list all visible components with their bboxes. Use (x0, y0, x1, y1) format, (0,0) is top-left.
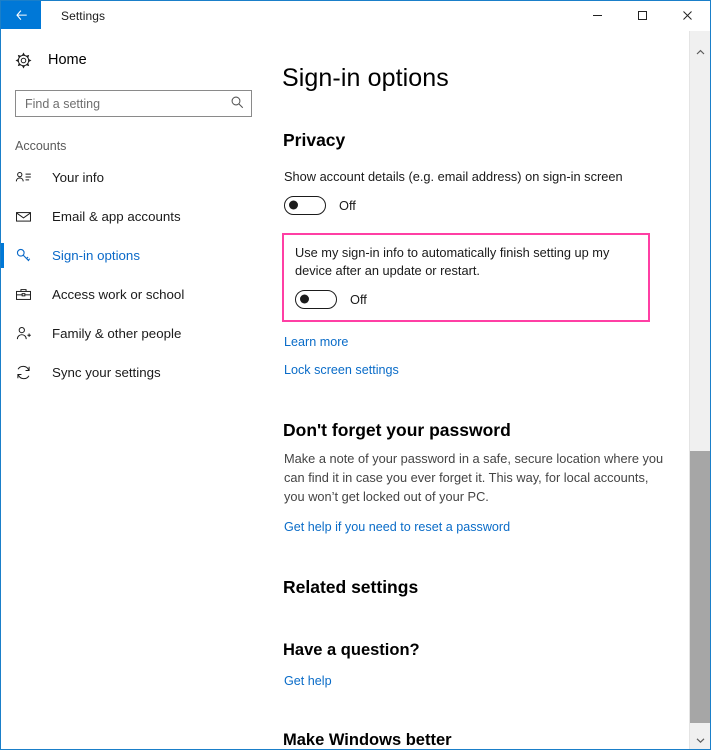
use-sign-in-info-state: Off (350, 291, 367, 307)
show-account-details-row: Off (284, 195, 710, 215)
key-icon (15, 247, 39, 264)
sidebar-item-sync-your-settings[interactable]: Sync your settings (1, 353, 266, 392)
sidebar-item-label: Your info (52, 170, 104, 185)
have-a-question-heading: Have a question? (283, 641, 420, 660)
search-container (15, 90, 252, 117)
window-title: Settings (61, 9, 106, 23)
close-icon (683, 11, 692, 20)
sidebar-item-label: Sign-in options (52, 248, 140, 263)
minimize-icon (593, 15, 602, 16)
toggle-knob (289, 200, 298, 210)
show-account-details-toggle[interactable] (284, 195, 326, 215)
sidebar-item-access-work-or-school[interactable]: Access work or school (1, 275, 266, 314)
sync-icon (15, 364, 39, 381)
maximize-icon (638, 11, 647, 20)
person-add-icon (15, 325, 39, 342)
caption-buttons (575, 1, 710, 31)
sidebar-item-family-other-people[interactable]: Family & other people (1, 314, 266, 353)
title-bar: Settings (1, 1, 710, 31)
scroll-up-button[interactable] (690, 43, 710, 61)
reset-password-help-link[interactable]: Get help if you need to reset a password (284, 520, 510, 534)
sidebar-item-label: Sync your settings (52, 365, 161, 380)
scroll-thumb[interactable] (690, 451, 710, 723)
minimize-button[interactable] (575, 1, 620, 30)
toggle-knob (300, 294, 309, 304)
sign-in-info-highlight-box: Use my sign-in info to automatically fin… (282, 232, 650, 322)
use-sign-in-info-label: Use my sign-in info to automatically fin… (295, 244, 610, 279)
sidebar-item-your-info[interactable]: Your info (1, 158, 266, 197)
password-heading: Don't forget your password (283, 419, 511, 440)
search-input[interactable] (15, 90, 252, 117)
learn-more-link[interactable]: Learn more (284, 335, 348, 349)
use-sign-in-info-toggle[interactable] (295, 289, 337, 309)
get-help-link[interactable]: Get help (284, 674, 332, 688)
titlebar-drag-region[interactable] (105, 1, 575, 31)
sidebar-item-label: Family & other people (52, 326, 182, 341)
sidebar-item-email-app-accounts[interactable]: Email & app accounts (1, 197, 266, 236)
lock-screen-settings-link[interactable]: Lock screen settings (284, 363, 399, 377)
privacy-heading: Privacy (283, 130, 346, 150)
sidebar-item-sign-in-options[interactable]: Sign-in options (1, 236, 266, 275)
make-windows-better-heading: Make Windows better (283, 731, 452, 750)
briefcase-icon (15, 286, 39, 303)
sidebar-item-label: Access work or school (52, 287, 185, 302)
use-sign-in-info-row: Off (295, 289, 638, 309)
settings-window: Settings Home Find a setting Accounts Yo… (0, 0, 711, 750)
password-body-text: Make a note of your password in a safe, … (284, 450, 664, 504)
close-button[interactable] (665, 1, 710, 30)
back-button[interactable] (1, 1, 41, 29)
sidebar-group-label: Accounts (15, 139, 67, 153)
scroll-down-button[interactable] (690, 731, 710, 749)
vertical-scrollbar[interactable] (689, 31, 710, 749)
chevron-down-icon (696, 737, 704, 743)
gear-icon (15, 52, 37, 69)
sidebar-nav-list: Your info Email & app accounts Sign-in o… (1, 158, 266, 392)
show-account-details-state: Off (339, 197, 356, 213)
maximize-button[interactable] (620, 1, 665, 30)
related-settings-heading: Related settings (283, 577, 419, 598)
sidebar-item-home[interactable]: Home (1, 43, 266, 77)
envelope-icon (15, 208, 39, 225)
page-title: Sign-in options (282, 64, 449, 92)
chevron-up-icon (696, 49, 704, 54)
person-details-icon (15, 169, 39, 186)
content-area: Home Accounts (1, 31, 710, 750)
sidebar-home-label: Home (48, 52, 87, 68)
sidebar-item-label: Email & app accounts (52, 209, 181, 224)
show-account-details-label: Show account details (e.g. email address… (284, 169, 623, 184)
main-panel: Sign-in options Privacy Show account det… (266, 31, 710, 750)
sidebar: Home Accounts (1, 31, 266, 749)
